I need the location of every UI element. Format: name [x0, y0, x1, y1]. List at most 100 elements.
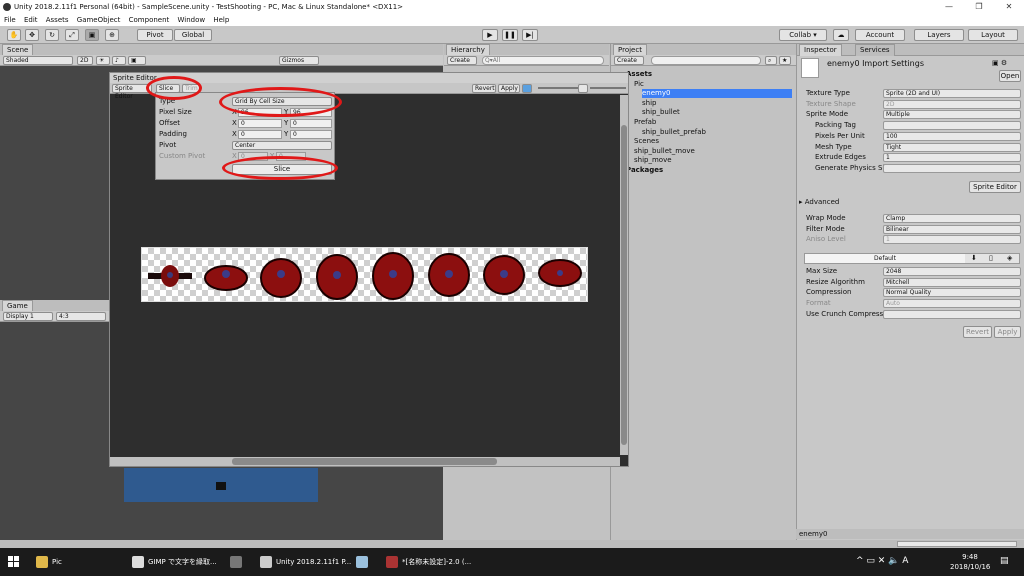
open-button[interactable]: Open [999, 70, 1021, 82]
inspector-field-value[interactable] [883, 163, 1021, 173]
play-button[interactable]: ▶ [482, 29, 498, 41]
project-tree-item[interactable]: Pic [634, 80, 644, 89]
zoom-slider[interactable] [538, 87, 578, 89]
tray-icons[interactable]: ^ ▭ ✕ 🔈 A [856, 556, 908, 566]
offset-x-input[interactable]: 0 [238, 119, 282, 128]
audio-icon[interactable]: ♪ [112, 56, 126, 65]
inspector-field-value[interactable]: Sprite (2D and UI) [883, 89, 1021, 98]
inspector-field-value[interactable] [883, 309, 1021, 319]
menu-gameobject[interactable]: GameObject [77, 16, 121, 24]
global-toggle[interactable]: Global [174, 29, 212, 41]
menu-assets[interactable]: Assets [46, 16, 69, 24]
menu-file[interactable]: File [4, 16, 16, 24]
taskbar-app-button[interactable]: *[名称未設定]-2.0 (... [382, 548, 471, 576]
inspector-field-value[interactable]: 1 [883, 235, 1021, 245]
light-icon[interactable]: ☀ [96, 56, 110, 65]
inspector-field-value[interactable]: Tight [883, 142, 1021, 152]
inspector-apply-button[interactable]: Apply [994, 326, 1021, 338]
horizontal-scrollbar[interactable] [110, 457, 620, 466]
transform-tool-icon[interactable]: ⊕ [105, 29, 119, 41]
pause-button[interactable]: ❚❚ [502, 29, 518, 41]
vertical-scrollbar[interactable] [620, 95, 628, 455]
layers-dropdown[interactable]: Layers [914, 29, 964, 41]
aspect-dropdown[interactable]: 4:3 [56, 312, 106, 321]
project-tree-item[interactable]: Assets [626, 70, 652, 79]
advanced-foldout[interactable]: ▸ Advanced [799, 198, 839, 206]
star-icon[interactable]: ★ [779, 56, 791, 65]
scale-tool-icon[interactable]: ⤢ [65, 29, 79, 41]
horizontal-scroll-thumb[interactable] [232, 458, 497, 465]
menu-window[interactable]: Window [178, 16, 206, 24]
project-tree-item[interactable]: ship_bullet_move [634, 147, 695, 156]
project-tree-item[interactable]: Scenes [634, 137, 659, 146]
sprite-editor-button[interactable]: Sprite Editor [969, 181, 1021, 193]
inspector-field-value[interactable]: 1 [883, 153, 1021, 163]
project-tree-item[interactable]: ship_bullet [642, 108, 680, 117]
project-tree-item[interactable]: Packages [626, 166, 663, 175]
collab-button[interactable]: Collab ▾ [779, 29, 827, 41]
apply-button[interactable]: Apply [498, 84, 520, 93]
effects-icon[interactable]: ▣ [128, 56, 146, 65]
android-icon[interactable]: ◈ [1007, 254, 1019, 263]
download-icon[interactable]: ⬇ [971, 254, 983, 263]
pivot-toggle[interactable]: Pivot [137, 29, 173, 41]
hand-tool-icon[interactable]: ✋ [7, 29, 21, 41]
inspector-field-value[interactable]: Auto [883, 299, 1021, 309]
project-create-dropdown[interactable]: Create [614, 56, 644, 65]
inspector-field-value[interactable]: 2048 [883, 267, 1021, 276]
step-button[interactable]: ▶| [522, 29, 538, 41]
padding-y-input[interactable]: 0 [290, 130, 332, 139]
menu-edit[interactable]: Edit [24, 16, 38, 24]
rect-tool-icon[interactable]: ▣ [85, 29, 99, 41]
taskbar-app-button[interactable] [352, 548, 372, 576]
project-search-input[interactable] [651, 56, 761, 65]
gizmos-dropdown[interactable]: Gizmos [279, 56, 319, 65]
project-tree-item[interactable]: ship_move [634, 156, 672, 165]
monitor-icon[interactable]: ▯ [989, 254, 1001, 263]
rotate-tool-icon[interactable]: ↻ [45, 29, 59, 41]
2d-toggle[interactable]: 2D [77, 56, 93, 65]
project-tree-item[interactable]: ship [642, 99, 656, 108]
inspector-field-value[interactable]: Mitchell [883, 277, 1021, 287]
taskbar-app-button[interactable]: Unity 2018.2.11f1 P... [256, 548, 351, 576]
move-tool-icon[interactable]: ✥ [25, 29, 39, 41]
minimize-icon[interactable]: — [934, 0, 964, 14]
taskbar-app-button[interactable]: GIMP で文字を縁取... [128, 548, 217, 576]
inspector-field-value[interactable]: 2D [883, 99, 1021, 109]
shading-mode-dropdown[interactable]: Shaded [3, 56, 73, 65]
mipmap-icon[interactable] [578, 84, 588, 93]
account-dropdown[interactable]: Account [855, 29, 905, 41]
inspector-field-value[interactable]: Bilinear [883, 224, 1021, 234]
hierarchy-search-input[interactable]: Q▾All [482, 56, 604, 65]
layout-dropdown[interactable]: Layout [968, 29, 1018, 41]
inspector-field-value[interactable]: Multiple [883, 110, 1021, 120]
tab-services[interactable]: Services [855, 44, 895, 56]
color-channel-icon[interactable] [522, 84, 532, 93]
tab-platform-default[interactable]: Default [805, 254, 965, 263]
revert-button[interactable]: Revert [472, 84, 496, 93]
project-tree-item[interactable]: Prefab [634, 118, 656, 127]
close-icon[interactable]: ✕ [994, 0, 1024, 14]
taskbar-app-button[interactable] [226, 548, 246, 576]
windows-start-icon[interactable] [8, 556, 20, 568]
inspector-field-value[interactable]: Clamp [883, 214, 1021, 223]
display-dropdown[interactable]: Display 1 [3, 312, 53, 321]
taskbar-app-button[interactable]: Pic [32, 548, 62, 576]
pivot-dropdown[interactable]: Center [232, 141, 332, 150]
clock[interactable]: 9:48 2018/10/16 [950, 552, 990, 572]
project-tree-item[interactable]: enemy0 [642, 89, 792, 99]
mip-slider[interactable] [590, 87, 626, 89]
sprite-sheet[interactable] [141, 247, 588, 302]
cloud-icon[interactable]: ☁ [833, 29, 849, 41]
offset-y-input[interactable]: 0 [290, 119, 332, 128]
inspector-field-value[interactable] [883, 121, 1021, 131]
padding-x-input[interactable]: 0 [238, 130, 282, 139]
vertical-scroll-thumb[interactable] [621, 125, 627, 445]
tab-inspector[interactable]: Inspector [799, 44, 842, 56]
menu-component[interactable]: Component [129, 16, 170, 24]
menu-help[interactable]: Help [213, 16, 229, 24]
inspector-field-value[interactable]: Normal Quality [883, 288, 1021, 298]
hierarchy-create-dropdown[interactable]: Create [447, 56, 477, 65]
inspector-field-value[interactable]: 100 [883, 131, 1021, 141]
inspector-help-icons[interactable]: ▣ ⚙ [992, 59, 1007, 67]
